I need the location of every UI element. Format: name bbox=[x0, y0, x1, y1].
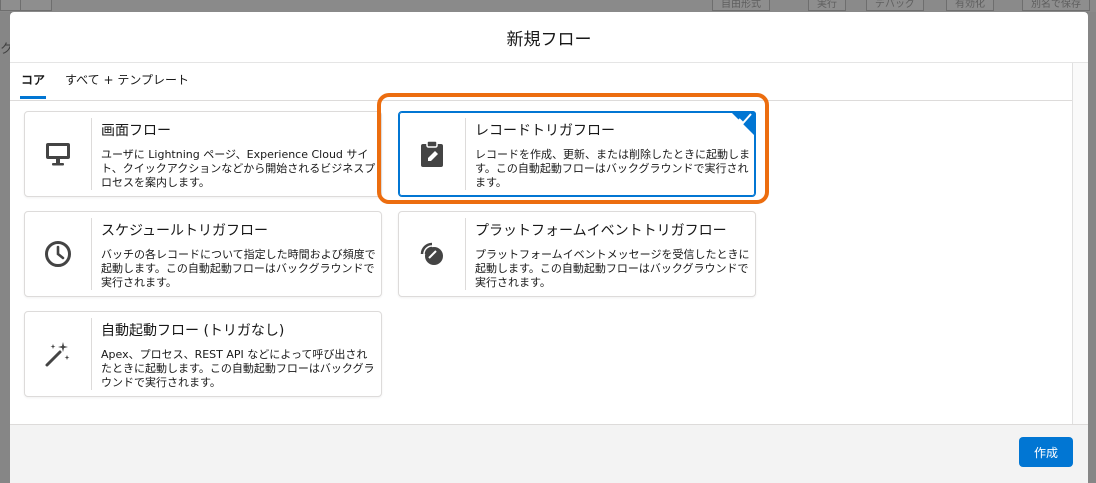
desktop-icon bbox=[25, 112, 91, 196]
background-left-panel bbox=[0, 12, 10, 483]
card-divider bbox=[465, 118, 466, 190]
card-description: レコードを作成、更新、または削除したときに起動します。この自動起動フローはバック… bbox=[475, 148, 750, 189]
background-toolbar: 自由形式 実行 デバッグ 有効化 別名で保存 bbox=[0, 0, 1096, 12]
magic-wand-icon bbox=[25, 312, 91, 396]
new-flow-modal: 新規フロー コア すべて + テンプレート 画面フロー ユーザに Lightni… bbox=[10, 12, 1088, 483]
background-debug-button: デバッグ bbox=[866, 0, 924, 11]
clock-icon bbox=[25, 212, 91, 296]
background-activate-button: 有効化 bbox=[946, 0, 994, 11]
card-title: 画面フロー bbox=[101, 123, 171, 139]
background-save-as-button: 別名で保存 bbox=[1022, 0, 1090, 11]
tab-core[interactable]: コア bbox=[20, 63, 47, 99]
card-title: レコードトリガフロー bbox=[475, 123, 615, 139]
scrollbar[interactable] bbox=[1072, 63, 1088, 424]
broadcast-icon bbox=[399, 212, 465, 296]
card-platform-event-flow[interactable]: プラットフォームイベントトリガフロー プラットフォームイベントメッセージを受信し… bbox=[398, 211, 756, 297]
flow-type-tabs: コア すべて + テンプレート bbox=[10, 63, 1072, 101]
card-divider bbox=[91, 318, 92, 390]
create-button[interactable]: 作成 bbox=[1019, 437, 1073, 467]
tab-all-templates[interactable]: すべて + テンプレート bbox=[65, 63, 189, 98]
card-divider bbox=[91, 118, 92, 190]
card-description: ユーザに Lightning ページ、Experience Cloud サイト、… bbox=[101, 148, 376, 189]
card-autolaunched-flow[interactable]: 自動起動フロー (トリガなし) Apex、プロセス、REST API などによっ… bbox=[24, 311, 382, 397]
card-description: バッチの各レコードについて指定した時間および頻度で起動します。この自動起動フロー… bbox=[101, 248, 376, 289]
background-gear-icon bbox=[20, 0, 52, 11]
background-right-panel bbox=[1088, 12, 1096, 483]
card-description: Apex、プロセス、REST API などによって呼び出されたときに起動します。… bbox=[101, 348, 375, 389]
modal-header: 新規フロー bbox=[10, 12, 1088, 63]
card-scheduled-flow[interactable]: スケジュールトリガフロー バッチの各レコードについて指定した時間および頻度で起動… bbox=[24, 211, 382, 297]
background-view-select: 自由形式 bbox=[712, 0, 770, 11]
card-divider bbox=[465, 218, 466, 290]
card-divider bbox=[91, 218, 92, 290]
card-record-triggered-flow[interactable]: レコードトリガフロー レコードを作成、更新、または削除したときに起動します。この… bbox=[398, 111, 756, 197]
modal-footer: 作成 bbox=[10, 424, 1088, 483]
card-description: プラットフォームイベントメッセージを受信したときに起動します。この自動起動フロー… bbox=[475, 248, 750, 289]
modal-title: 新規フロー bbox=[506, 29, 592, 50]
check-icon bbox=[738, 113, 752, 125]
card-screen-flow[interactable]: 画面フロー ユーザに Lightning ページ、Experience Clou… bbox=[24, 111, 382, 197]
clipboard-edit-icon bbox=[399, 112, 465, 196]
card-title: プラットフォームイベントトリガフロー bbox=[475, 223, 727, 239]
card-title: スケジュールトリガフロー bbox=[101, 223, 269, 239]
background-run-button: 実行 bbox=[808, 0, 846, 11]
card-title: 自動起動フロー (トリガなし) bbox=[101, 323, 285, 339]
flow-cards-area: 画面フロー ユーザに Lightning ページ、Experience Clou… bbox=[10, 101, 1072, 424]
